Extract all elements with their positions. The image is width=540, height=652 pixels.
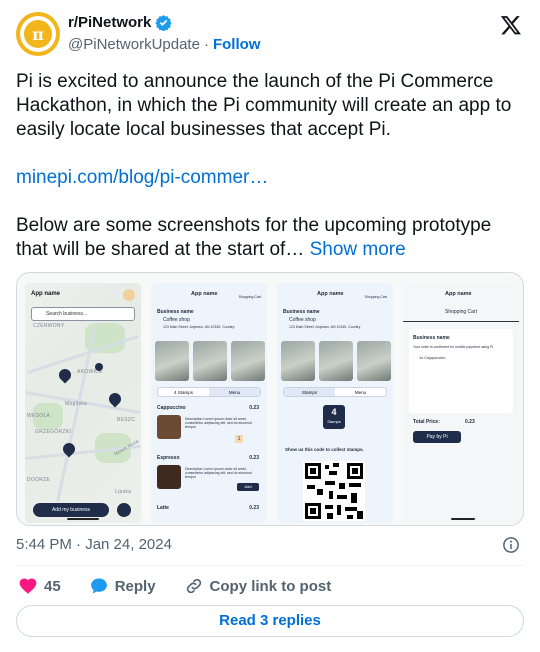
item-price: 0.23: [249, 405, 259, 411]
business-name: Business name: [283, 309, 320, 315]
app-title: App name: [317, 291, 344, 297]
tab-stamps: Stamps: [284, 388, 335, 396]
separator-dot: ·: [203, 36, 209, 53]
business-photo: [193, 341, 227, 381]
tab-stamps: 4 Stamps: [173, 390, 193, 395]
tweet-link[interactable]: minepi.com/blog/pi-commer…: [16, 167, 268, 188]
screenshot-cart: App name Shopping Cart Business name You…: [403, 283, 519, 523]
item-price: 0.23: [249, 455, 259, 461]
cart-label: Shopping Cart: [364, 295, 387, 299]
business-photo: [155, 341, 189, 381]
app-title: App name: [191, 291, 218, 297]
screenshot-map: App name Search business... CZERWONY AKO…: [25, 283, 141, 523]
business-name: Business name: [157, 309, 194, 315]
cart-label: Shopping Cart: [238, 295, 261, 299]
item-description: Description Lorem ipsum dolor sit amet, …: [185, 467, 252, 479]
handle[interactable]: @PiNetworkUpdate: [68, 36, 200, 53]
show-more-link[interactable]: Show more: [310, 239, 406, 260]
pi-logo-icon: π: [24, 20, 52, 48]
map-label: GRZEGÓRZKI: [35, 429, 72, 435]
avatar[interactable]: π: [16, 12, 60, 56]
order-note: Your order is confirmed for mobile payme…: [413, 345, 494, 349]
stamp-count: 4: [331, 407, 337, 417]
link-icon: [186, 578, 201, 594]
tweet-card: π r/PiNetwork @PiNetworkUpdate · Follow …: [0, 0, 540, 652]
avatar-icon: [123, 289, 135, 301]
item-photo: [157, 465, 181, 489]
tab-menu: Menu: [209, 388, 260, 396]
map-search-input: Search business...: [31, 307, 135, 321]
locate-icon: [117, 503, 131, 517]
pay-by-pi-button: Pay by Pi: [413, 431, 461, 443]
business-photo: [319, 341, 353, 381]
map-label: WESOŁA: [27, 413, 51, 419]
total-label: Total Price:: [413, 419, 440, 425]
business-photo: [281, 341, 315, 381]
stamp-word: Stamps: [327, 419, 341, 424]
divider: [403, 321, 519, 322]
stamp-counter: 4 Stamps: [323, 405, 345, 429]
handle-row: @PiNetworkUpdate · Follow: [68, 36, 260, 53]
business-tabs: Stamps Menu: [283, 387, 387, 397]
map-label: Lipska: [115, 489, 132, 495]
business-photo: [357, 341, 391, 381]
follow-button[interactable]: Follow: [213, 36, 261, 53]
home-indicator: [67, 518, 99, 520]
qr-code-icon: [303, 461, 365, 521]
add-business-button: Add my business: [33, 503, 109, 517]
total-value: 0.23: [465, 419, 475, 425]
order-line-item: 1x Cappuccino: [419, 355, 446, 360]
item-name: Espresso: [157, 455, 180, 461]
cart-title: Shopping Cart: [445, 309, 477, 315]
item-name: Latte: [157, 505, 169, 511]
item-description: Description Lorem ipsum dolor sit amet, …: [185, 417, 252, 429]
item-quantity: 1: [235, 435, 243, 443]
info-icon[interactable]: [502, 536, 520, 554]
item-price: 0.23: [249, 505, 259, 511]
add-item-button: Add: [237, 483, 259, 491]
display-name[interactable]: r/PiNetwork: [68, 14, 151, 31]
item-name: Cappuccino: [157, 405, 186, 411]
tab-menu: Menu: [354, 390, 367, 395]
like-count: 45: [44, 577, 61, 595]
media-image[interactable]: App name Search business... CZERWONY AKO…: [16, 272, 524, 526]
business-photo: [231, 341, 265, 381]
tweet-paragraph: Below are some screenshots for the upcom…: [16, 215, 492, 260]
business-category: Coffee shop: [289, 317, 316, 323]
business-name: Business name: [413, 335, 450, 341]
x-logo-icon[interactable]: [500, 14, 522, 36]
tweet-paragraph: Pi is excited to announce the launch of …: [16, 71, 512, 140]
action-bar: 45 Reply Copy link to post: [18, 575, 359, 597]
reply-label: Reply: [114, 577, 156, 595]
avatar-ring: π: [20, 16, 56, 52]
business-category: Coffee shop: [163, 317, 190, 323]
collect-instructions: Show us this code to collect stamps.: [285, 447, 364, 452]
read-replies-button[interactable]: Read 3 replies: [16, 605, 524, 637]
map-label: BESZC: [117, 417, 136, 423]
divider: [16, 565, 524, 566]
reply-bubble-icon: [90, 578, 107, 594]
app-title: App name: [31, 291, 61, 297]
item-photo: [157, 415, 181, 439]
map-label: DOORZE: [27, 477, 51, 483]
app-title: App name: [445, 291, 472, 297]
home-indicator: [451, 518, 475, 520]
map-label: Mogilska: [65, 401, 88, 407]
author-name-row: r/PiNetwork: [68, 14, 173, 31]
screenshot-stamps: App name Shopping Cart Business name Cof…: [277, 283, 393, 523]
copy-link-button[interactable]: Copy link to post: [184, 576, 332, 596]
business-address: 123 Main Street, Anytown, AN 12345, Coun…: [163, 325, 235, 329]
screenshot-business: App name Shopping Cart Business name Cof…: [151, 283, 267, 523]
verified-badge-icon: [155, 15, 173, 31]
copy-link-label: Copy link to post: [209, 577, 332, 595]
map-label: CZERWONY: [33, 323, 65, 329]
business-tabs: 4 Stamps Menu: [157, 387, 261, 397]
like-button[interactable]: 45: [18, 576, 61, 596]
timestamp[interactable]: 5:44 PM · Jan 24, 2024: [16, 536, 172, 553]
reply-button[interactable]: Reply: [89, 576, 156, 596]
order-card: Business name Your order is confirmed fo…: [409, 329, 513, 413]
heart-icon: [19, 578, 37, 594]
tweet-text: Pi is excited to announce the launch of …: [16, 70, 524, 286]
business-address: 123 Main Street, Anytown, AN 12345, Coun…: [289, 325, 361, 329]
